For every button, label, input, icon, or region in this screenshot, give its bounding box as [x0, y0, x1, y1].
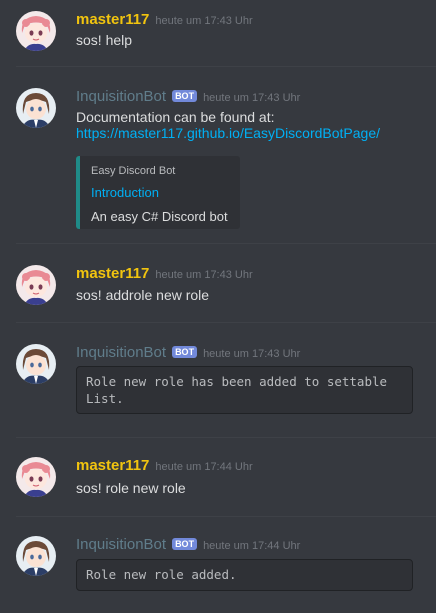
timestamp: heute um 17:43 Uhr [203, 92, 301, 104]
username[interactable]: master117 [76, 265, 149, 282]
message-group: master117 heute um 17:44 Uhr sos! role n… [0, 457, 436, 507]
bot-badge: BOT [172, 90, 198, 102]
timestamp: heute um 17:44 Uhr [155, 461, 253, 473]
message-group: InquisitionBot BOT heute um 17:44 Uhr Ro… [0, 536, 436, 596]
message-header: InquisitionBot BOT heute um 17:44 Uhr [76, 536, 300, 556]
timestamp: heute um 17:43 Uhr [155, 269, 253, 281]
embed-title[interactable]: Introduction [91, 184, 230, 202]
message-divider [16, 437, 436, 438]
avatar[interactable] [16, 344, 56, 384]
message-divider [16, 322, 436, 323]
username[interactable]: InquisitionBot [76, 536, 166, 553]
username[interactable]: master117 [76, 457, 149, 474]
avatar[interactable] [16, 536, 56, 576]
avatar[interactable] [16, 265, 56, 305]
avatar[interactable] [16, 88, 56, 128]
message-header: InquisitionBot BOT heute um 17:43 Uhr [76, 344, 300, 364]
message-text: sos! help [76, 32, 133, 48]
timestamp: heute um 17:43 Uhr [203, 348, 301, 360]
documentation-link[interactable]: https://master117.github.io/EasyDiscordB… [76, 124, 380, 143]
message-header: master117 heute um 17:44 Uhr [76, 457, 253, 477]
bot-badge: BOT [172, 346, 198, 358]
message-feed: master117 heute um 17:43 Uhr sos! help I… [0, 0, 436, 613]
link-embed: Easy Discord Bot Introduction An easy C#… [76, 156, 240, 229]
avatar[interactable] [16, 457, 56, 497]
message-divider [16, 243, 436, 244]
timestamp: heute um 17:44 Uhr [203, 540, 301, 552]
code-block: Role new role has been added to settable… [76, 366, 413, 414]
message-divider [16, 516, 436, 517]
message-header: InquisitionBot BOT heute um 17:43 Uhr [76, 88, 300, 108]
embed-provider[interactable]: Easy Discord Bot [91, 164, 230, 178]
message-group: master117 heute um 17:43 Uhr sos! addrol… [0, 265, 436, 315]
message-text: sos! role new role [76, 480, 186, 496]
timestamp: heute um 17:43 Uhr [155, 15, 253, 27]
username[interactable]: InquisitionBot [76, 344, 166, 361]
avatar[interactable] [16, 11, 56, 51]
message-group: master117 heute um 17:43 Uhr sos! help [0, 11, 436, 61]
username[interactable]: InquisitionBot [76, 88, 166, 105]
code-block: Role new role added. [76, 559, 413, 591]
message-group: InquisitionBot BOT heute um 17:43 Uhr Ro… [0, 344, 436, 424]
message-text: sos! addrole new role [76, 287, 210, 303]
bot-badge: BOT [172, 538, 198, 550]
embed-description: An easy C# Discord bot [91, 209, 228, 224]
message-header: master117 heute um 17:43 Uhr [76, 265, 253, 285]
message-group: InquisitionBot BOT heute um 17:43 Uhr Do… [0, 88, 436, 238]
username[interactable]: master117 [76, 11, 149, 28]
message-divider [16, 66, 436, 67]
message-header: master117 heute um 17:43 Uhr [76, 11, 253, 31]
